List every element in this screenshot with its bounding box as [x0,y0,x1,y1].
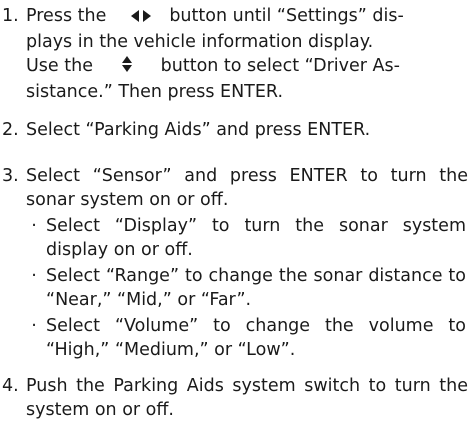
step-number: 4. [2,376,19,396]
step-number: 1. [2,6,19,26]
step-3: 3. Select “Sensor” and press ENTER to tu… [2,164,468,212]
step-3-bullet-2: · Select “Range” to change the sonar dis… [26,264,466,312]
bullet-marker: · [31,316,37,336]
step-1-line-4: sistance.” Then press ENTER. [26,82,284,102]
step-1-line-1: Press the button until “Settings” dis- [26,4,468,30]
step-1-line-3: Use the button to select “Driver As- [26,54,468,80]
step-4: 4. Push the Parking Aids system switch t… [2,374,468,422]
step-1-line-2: plays in the vehicle information display… [26,32,374,52]
left-right-arrows-icon [129,6,153,30]
step-3-bullet-3: · Select “Volume” to change the volume t… [26,314,466,362]
step-2-text: Select “Parking Aids” and press ENTER. [26,120,371,140]
bullet-marker: · [31,216,37,236]
bullet-text: Select “Range” to change the sonar dista… [46,266,466,310]
step-1: 1. Press the button until “Settings” dis… [2,4,468,104]
step-number: 3. [2,166,19,186]
step-3-bullet-1: · Select “Display” to turn the sonar sys… [26,214,466,262]
bullet-text: Select “Volume” to change the volume to … [46,316,466,360]
up-down-arrows-icon [121,55,133,80]
step-1-text: Press the button until “Settings” dis- p… [26,4,468,104]
step-4-text: Push the Parking Aids system switch to t… [26,376,468,420]
instruction-list: 1. Press the button until “Settings” dis… [0,0,474,438]
bullet-marker: · [31,266,37,286]
bullet-text: Select “Display” to turn the sonar syste… [46,216,466,260]
step-number: 2. [2,120,19,140]
step-2: 2. Select “Parking Aids” and press ENTER… [2,118,468,142]
step-3-text: Select “Sensor” and press ENTER to turn … [26,166,468,210]
